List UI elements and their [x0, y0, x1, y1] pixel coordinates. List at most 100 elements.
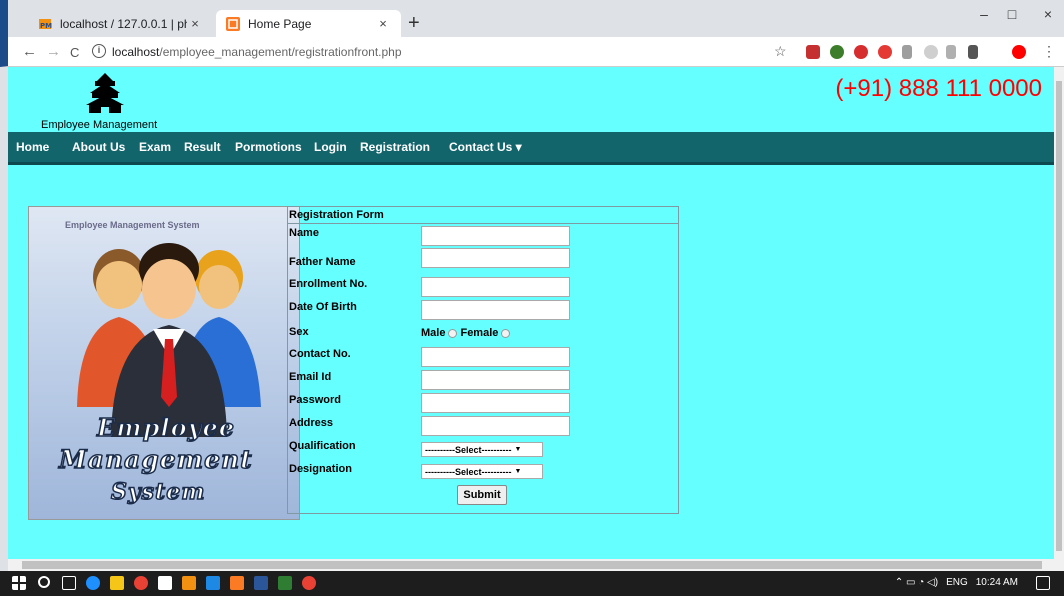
- browser-menu-icon[interactable]: ⋮: [1042, 43, 1056, 60]
- language-indicator[interactable]: ENG: [946, 577, 968, 588]
- illustration-word-1: Employee: [96, 412, 236, 443]
- forward-button[interactable]: →: [46, 43, 61, 60]
- male-label: Male: [421, 327, 446, 339]
- email-input[interactable]: [421, 370, 570, 390]
- tab-close-button[interactable]: ×: [375, 16, 391, 31]
- illustration-word-3: System: [110, 478, 206, 506]
- qualification-select[interactable]: ----------Select---------- ▼: [421, 442, 543, 457]
- pdf-extension-icon[interactable]: [806, 45, 820, 59]
- nav-result[interactable]: Result: [184, 140, 221, 154]
- edge-icon[interactable]: [86, 576, 100, 590]
- address-input[interactable]: [421, 416, 570, 436]
- email-label: Email Id: [289, 371, 332, 383]
- tab-title: localhost / 127.0.0.1 | phpMyAdm: [60, 16, 187, 31]
- designation-value: ----------Select----------: [425, 466, 512, 477]
- enrollment-input[interactable]: [421, 277, 570, 297]
- qualification-label: Qualification: [289, 440, 356, 452]
- brand-name: Employee Management: [41, 119, 158, 131]
- phpmyadmin-icon: PMA: [39, 18, 52, 30]
- chevron-down-icon: ▼: [514, 446, 522, 453]
- nav-registration[interactable]: Registration: [360, 140, 430, 154]
- father-name-input[interactable]: [421, 248, 570, 268]
- back-button[interactable]: ←: [22, 43, 37, 60]
- nav-login[interactable]: Login: [314, 140, 347, 154]
- scrollbar-thumb[interactable]: [1056, 81, 1062, 551]
- app-icon[interactable]: [206, 576, 220, 590]
- new-tab-button[interactable]: +: [408, 13, 420, 33]
- sex-radio-group: Male Female: [421, 327, 511, 339]
- page-viewport: Employee Management (+91) 888 111 0000 H…: [8, 67, 1054, 559]
- task-view-icon[interactable]: [62, 576, 76, 590]
- designation-select[interactable]: ----------Select---------- ▼: [421, 464, 543, 479]
- screen: PMA localhost / 127.0.0.1 | phpMyAdm × H…: [0, 0, 1064, 596]
- chevron-down-icon: ▼: [514, 468, 522, 475]
- extension-icon[interactable]: [924, 45, 938, 59]
- tray-icons[interactable]: ⌃ ▭ ◔ ◁): [895, 577, 938, 588]
- notifications-icon[interactable]: [1036, 576, 1050, 590]
- female-label: Female: [460, 327, 499, 339]
- profile-avatar[interactable]: [1012, 45, 1026, 59]
- tab-phpmyadmin[interactable]: PMA localhost / 127.0.0.1 | phpMyAdm ×: [28, 10, 213, 37]
- windows-start-icon[interactable]: [12, 576, 26, 590]
- pagoda-logo-icon: [86, 73, 124, 113]
- father-name-label: Father Name: [289, 256, 356, 268]
- word-icon[interactable]: [254, 576, 268, 590]
- site-info-icon[interactable]: i: [92, 44, 106, 58]
- scrollbar-thumb[interactable]: [22, 561, 1042, 569]
- password-label: Password: [289, 394, 341, 406]
- chrome-icon[interactable]: [134, 576, 148, 590]
- nav-home[interactable]: Home: [16, 140, 49, 154]
- url-input[interactable]: localhost/employee_management/registrati…: [112, 45, 402, 59]
- dob-label: Date Of Birth: [289, 301, 357, 313]
- extension-icon[interactable]: [902, 45, 912, 59]
- ublock-icon[interactable]: [878, 45, 892, 59]
- submit-button[interactable]: Submit: [457, 485, 507, 505]
- password-input[interactable]: [421, 393, 570, 413]
- qualification-value: ----------Select----------: [425, 444, 512, 455]
- store-icon[interactable]: [158, 576, 172, 590]
- contact-label: Contact No.: [289, 348, 351, 360]
- nav-pormotions[interactable]: Pormotions: [235, 140, 302, 154]
- horizontal-scrollbar[interactable]: [8, 559, 1064, 571]
- vertical-scrollbar[interactable]: [1054, 67, 1064, 559]
- chrome-icon[interactable]: [302, 576, 316, 590]
- close-window-button[interactable]: ×: [1030, 6, 1064, 22]
- download-icon[interactable]: [968, 45, 978, 59]
- employee-management-illustration: Employee Management System Employee Mana…: [28, 206, 300, 520]
- tab-home-page[interactable]: Home Page ×: [216, 10, 401, 37]
- form-title: Registration Form: [288, 207, 678, 224]
- tab-title: Home Page: [248, 16, 312, 31]
- download-icon[interactable]: [946, 45, 956, 59]
- app-icon[interactable]: [278, 576, 292, 590]
- bookmark-star-icon[interactable]: ☆: [774, 43, 787, 60]
- main-nav: Home About Us Exam Result Pormotions Log…: [8, 132, 1054, 165]
- phone-number: (+91) 888 111 0000: [835, 75, 1042, 102]
- url-path: /employee_management/registrationfront.p…: [159, 45, 402, 59]
- dob-input[interactable]: [421, 300, 570, 320]
- nav-about-us[interactable]: About Us: [72, 140, 125, 154]
- url-host: localhost: [112, 45, 160, 59]
- reload-button[interactable]: C: [70, 45, 79, 60]
- system-tray: ⌃ ▭ ◔ ◁) ENG 10:24 AM: [895, 577, 1018, 588]
- maximize-button[interactable]: □: [994, 6, 1030, 22]
- search-icon[interactable]: [38, 576, 50, 588]
- xampp-icon: [226, 16, 240, 31]
- male-radio[interactable]: [448, 328, 458, 338]
- nav-exam[interactable]: Exam: [139, 140, 171, 154]
- sex-label: Sex: [289, 326, 309, 338]
- address-label: Address: [289, 417, 334, 429]
- tab-close-button[interactable]: ×: [187, 16, 203, 31]
- xampp-icon[interactable]: [230, 576, 244, 590]
- name-input[interactable]: [421, 226, 570, 246]
- address-bar: ← → C i localhost/employee_management/re…: [0, 37, 1064, 67]
- female-radio[interactable]: [501, 328, 511, 338]
- tab-strip: PMA localhost / 127.0.0.1 | phpMyAdm × H…: [0, 0, 1064, 37]
- name-label: Name: [289, 227, 319, 239]
- file-explorer-icon[interactable]: [110, 576, 124, 590]
- adblock-icon[interactable]: [854, 45, 868, 59]
- extension-icon[interactable]: [830, 45, 844, 59]
- nav-contact-us-dropdown[interactable]: Contact Us ▾: [449, 140, 522, 154]
- contact-input[interactable]: [421, 347, 570, 367]
- app-icon[interactable]: [182, 576, 196, 590]
- clock[interactable]: 10:24 AM: [976, 577, 1018, 588]
